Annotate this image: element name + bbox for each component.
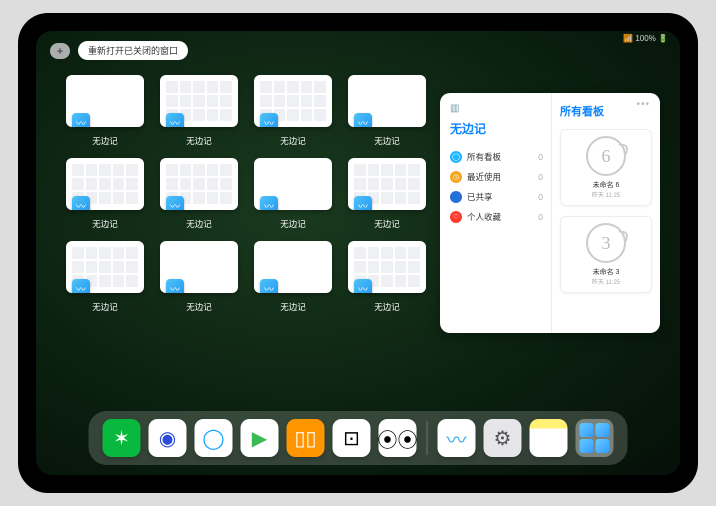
new-window-button[interactable]: + [50,43,70,59]
freeform-app-icon: 〰 [354,279,372,293]
status-bar: 📶 100% 🔋 [623,34,668,43]
window-tile[interactable]: 〰无边记 [66,241,144,316]
freeform-app-icon: 〰 [260,196,278,210]
board-card[interactable]: 3 未命名 3昨天 11:25 [560,216,652,293]
sidebar-item[interactable]: 👤 已共享 0 [450,187,543,207]
board-label: 未命名 6 [567,180,645,190]
freeform-app-icon: 〰 [260,279,278,293]
window-tile[interactable]: 〰无边记 [254,75,332,150]
dock-app-dice[interactable]: ⊡ [333,419,371,457]
window-tile[interactable]: 〰无边记 [66,75,144,150]
sidebar-item[interactable]: ◯ 所有看板 0 [450,147,543,167]
board-label: 未命名 3 [567,267,645,277]
more-icon[interactable]: ••• [636,99,650,110]
tile-label: 无边记 [186,135,212,147]
tile-label: 无边记 [374,135,400,147]
top-controls: + 重新打开已关闭的窗口 [50,41,188,60]
sidebar-item[interactable]: ♡ 个人收藏 0 [450,207,543,227]
window-tile[interactable]: 〰无边记 [348,75,426,150]
board-sub: 昨天 11:25 [567,190,645,199]
tile-label: 无边记 [374,218,400,230]
dock-app-quark[interactable]: ◉ [149,419,187,457]
panel-title: 无边记 [450,120,543,137]
window-tile[interactable]: 〰无边记 [160,241,238,316]
sidebar-toggle-icon[interactable]: ▥ [450,103,543,114]
board-thumb: 3 [586,223,626,263]
window-tile[interactable]: 〰无边记 [160,158,238,233]
freeform-app-icon: 〰 [260,113,278,127]
nav-icon: ◷ [450,171,462,183]
board-thumb: 6 [586,136,626,176]
nav-label: 个人收藏 [467,211,501,223]
dock-app-notes[interactable] [530,419,568,457]
nav-label: 最近使用 [467,171,501,183]
board-sub: 昨天 11:25 [567,277,645,286]
tile-label: 无边记 [92,135,118,147]
freeform-app-icon: 〰 [72,196,90,210]
tile-label: 无边记 [280,301,306,313]
freeform-app-icon: 〰 [72,279,90,293]
window-tile[interactable]: 〰无边记 [160,75,238,150]
nav-count: 0 [538,212,543,222]
nav-icon: ◯ [450,151,462,163]
dock-app-wechat[interactable]: ✶ [103,419,141,457]
dock: ✶◉◯▶▯▯⊡⦿⦿ 〰⚙ [89,411,628,465]
freeform-panel[interactable]: ••• ▥ 无边记 ◯ 所有看板 0 ◷ 最近使用 0 👤 已共享 0 ♡ 个人收藏 0 所有看板 6… [440,93,660,333]
freeform-app-icon: 〰 [166,113,184,127]
panel-sidebar: ▥ 无边记 ◯ 所有看板 0 ◷ 最近使用 0 👤 已共享 0 ♡ 个人收藏 0 [440,93,552,333]
nav-count: 0 [538,192,543,202]
nav-icon: ♡ [450,211,462,223]
tile-label: 无边记 [280,218,306,230]
nav-count: 0 [538,172,543,182]
freeform-app-icon: 〰 [166,196,184,210]
nav-icon: 👤 [450,191,462,203]
dock-app-books[interactable]: ▯▯ [287,419,325,457]
freeform-app-icon: 〰 [72,113,90,127]
freeform-app-icon: 〰 [354,113,372,127]
tile-label: 无边记 [92,218,118,230]
ipad-frame: 📶 100% 🔋 + 重新打开已关闭的窗口 〰无边记〰无边记〰无边记〰无边记〰无… [18,13,698,493]
tile-label: 无边记 [92,301,118,313]
window-tile[interactable]: 〰无边记 [66,158,144,233]
tile-label: 无边记 [186,218,212,230]
board-card[interactable]: 6 未命名 6昨天 11:25 [560,129,652,206]
window-tile[interactable]: 〰无边记 [348,241,426,316]
expose-grid: 〰无边记〰无边记〰无边记〰无边记〰无边记〰无边记〰无边记〰无边记〰无边记〰无边记… [66,75,426,316]
window-tile[interactable]: 〰无边记 [348,158,426,233]
panel-boards: 所有看板 6未命名 6昨天 11:253未命名 3昨天 11:25 [552,93,660,333]
freeform-app-icon: 〰 [354,196,372,210]
window-tile[interactable]: 〰无边记 [254,241,332,316]
freeform-app-icon: 〰 [166,279,184,293]
dock-divider [427,421,428,455]
dock-app-freeform[interactable]: 〰 [438,419,476,457]
dock-app-qqbrowser[interactable]: ◯ [195,419,233,457]
nav-label: 所有看板 [467,151,501,163]
dock-app-play[interactable]: ▶ [241,419,279,457]
tile-label: 无边记 [280,135,306,147]
tile-label: 无边记 [374,301,400,313]
sidebar-item[interactable]: ◷ 最近使用 0 [450,167,543,187]
nav-label: 已共享 [467,191,493,203]
window-tile[interactable]: 〰无边记 [254,158,332,233]
tile-label: 无边记 [186,301,212,313]
dock-app-share[interactable]: ⦿⦿ [379,419,417,457]
dock-app-settings[interactable]: ⚙ [484,419,522,457]
reopen-closed-window-button[interactable]: 重新打开已关闭的窗口 [78,41,188,60]
dock-folder[interactable] [576,419,614,457]
ipad-screen: 📶 100% 🔋 + 重新打开已关闭的窗口 〰无边记〰无边记〰无边记〰无边记〰无… [36,31,680,475]
nav-count: 0 [538,152,543,162]
